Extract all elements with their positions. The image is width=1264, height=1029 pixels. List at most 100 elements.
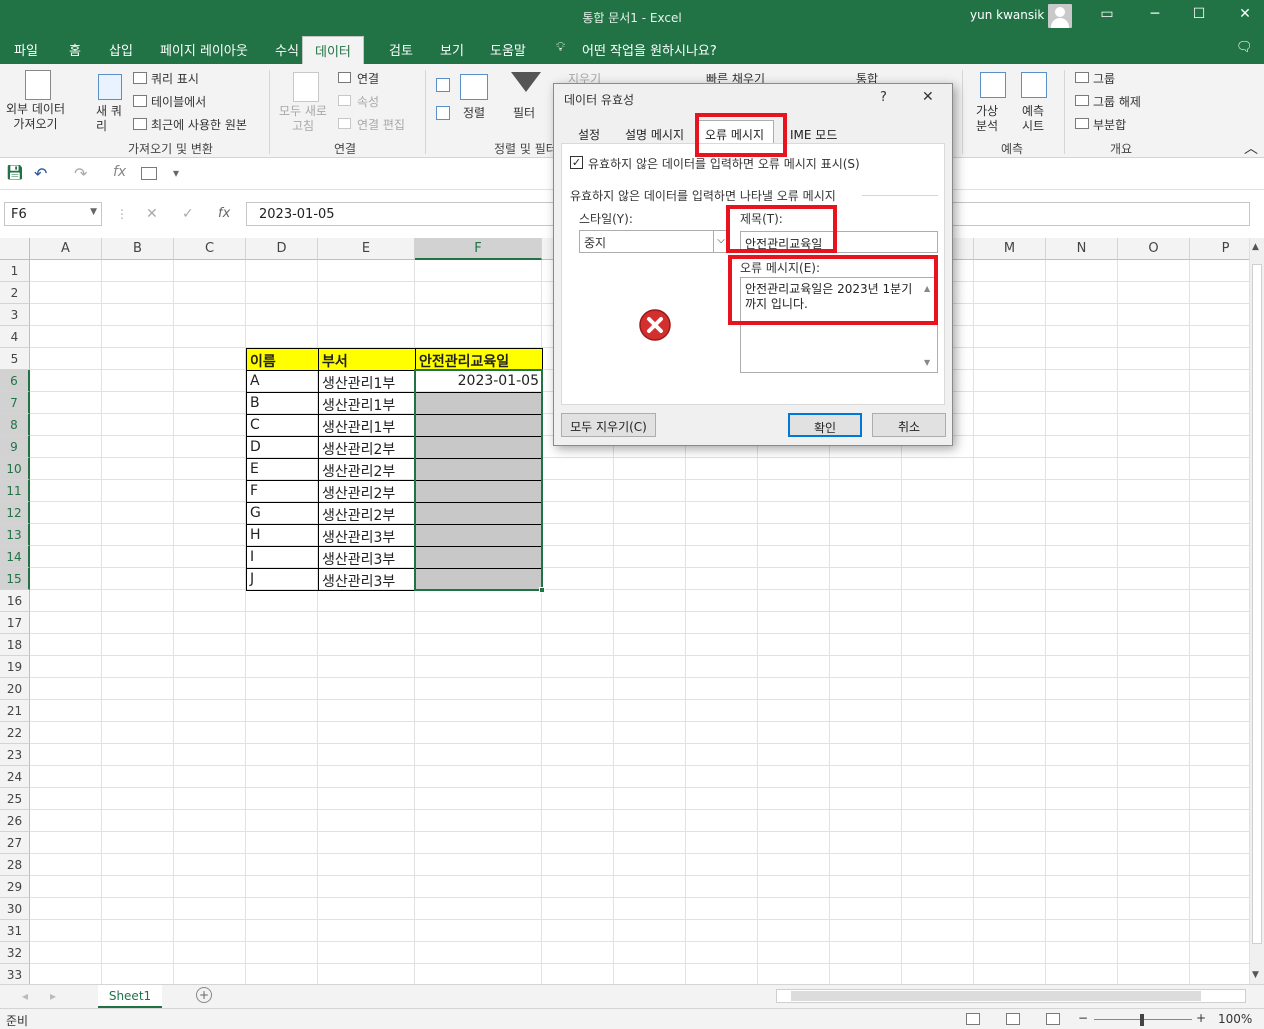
filter-icon[interactable] [511,72,541,92]
external-data-button[interactable]: 외부 데이터 가져오기 [6,102,65,132]
cancel-button[interactable]: 취소 [872,413,946,437]
row-header[interactable]: 29 [0,876,30,898]
cancel-icon[interactable]: ✕ [146,206,158,222]
refresh-all-icon[interactable] [293,72,319,102]
column-header[interactable]: N [1046,238,1118,260]
table-cell[interactable]: 생산관리2부 [318,458,416,481]
column-header[interactable]: D [246,238,318,260]
table-cell[interactable] [415,502,543,525]
recent-sources-button[interactable]: 최근에 사용한 원본 [151,116,247,133]
row-header[interactable]: 12 [0,502,30,524]
table-cell[interactable]: A [246,370,319,393]
table-cell[interactable]: J [246,568,319,591]
table-cell[interactable]: 안전관리교육일 [415,348,543,371]
row-header[interactable]: 25 [0,788,30,810]
column-header[interactable]: A [30,238,102,260]
page-layout-view-icon[interactable] [1006,1013,1020,1025]
ribbon-display-icon[interactable]: ▭ [1092,6,1122,22]
next-sheet-icon[interactable]: ▸ [50,989,56,1003]
new-query-icon[interactable] [98,74,122,100]
prev-sheet-icon[interactable]: ◂ [22,989,28,1003]
table-cell[interactable]: 생산관리2부 [318,436,416,459]
table-cell[interactable]: G [246,502,319,525]
row-header[interactable]: 4 [0,326,30,348]
external-data-icon[interactable] [25,70,51,100]
table-cell[interactable]: I [246,546,319,569]
tab-7[interactable]: 보기 [440,40,464,59]
table-cell[interactable]: H [246,524,319,547]
avatar[interactable] [1048,4,1072,28]
row-header[interactable]: 15 [0,568,30,590]
dialog-close-button[interactable]: ✕ [922,89,934,105]
refresh-all-button[interactable]: 모두 새로 고침 [279,104,327,134]
row-header[interactable]: 8 [0,414,30,436]
table-cell[interactable]: 부서 [318,348,416,371]
dialog-tab-3[interactable]: IME 모드 [782,124,845,145]
column-header[interactable]: C [174,238,246,260]
row-header[interactable]: 18 [0,634,30,656]
save-icon[interactable]: 💾︎ [6,165,24,181]
table-cell[interactable]: 생산관리3부 [318,524,416,547]
select-all-corner[interactable] [0,238,30,260]
row-header[interactable]: 21 [0,700,30,722]
row-header[interactable]: 32 [0,942,30,964]
what-if-icon[interactable] [980,72,1006,98]
column-header[interactable]: B [102,238,174,260]
help-button[interactable]: ? [880,90,887,105]
row-header[interactable]: 20 [0,678,30,700]
form-icon[interactable] [141,167,157,180]
close-window-icon[interactable]: ✕ [1230,6,1260,22]
sort-ascending-icon[interactable] [436,78,450,92]
table-cell[interactable]: 생산관리1부 [318,414,416,437]
row-header[interactable]: 17 [0,612,30,634]
redo-icon[interactable]: ↷ [74,164,87,183]
tab-1[interactable]: 홈 [69,40,81,59]
tab-0[interactable]: 파일 [14,40,38,59]
ungroup-button[interactable]: 그룹 해제 [1093,93,1141,110]
row-header[interactable]: 3 [0,304,30,326]
row-header[interactable]: 2 [0,282,30,304]
title-input[interactable]: 안전관리교육일 [740,231,938,253]
row-header[interactable]: 10 [0,458,30,480]
row-header[interactable]: 26 [0,810,30,832]
dialog-tab-1[interactable]: 설명 메시지 [617,124,692,145]
minimize-icon[interactable]: ─ [1140,6,1170,22]
zoom-slider-thumb[interactable] [1140,1014,1144,1026]
vertical-scrollbar[interactable]: ▲ ▼ [1249,238,1264,984]
table-cell[interactable] [415,436,543,459]
subtotal-button[interactable]: 부분합 [1093,116,1126,133]
table-cell[interactable]: 이름 [246,348,319,371]
collapse-ribbon-icon[interactable]: ︿ [1244,138,1258,158]
comments-icon[interactable]: 🗨︎ [1236,40,1253,55]
column-header[interactable]: E [318,238,415,260]
connections-button[interactable]: 연결 [357,70,379,87]
tab-5[interactable]: 데이터 [302,36,364,64]
forecast-sheet-button[interactable]: 예측 시트 [1022,104,1044,134]
new-query-button[interactable]: 새 쿼 리 [96,104,122,134]
row-header[interactable]: 11 [0,480,30,502]
group-button[interactable]: 그룹 [1093,70,1115,87]
dialog-tab-0[interactable]: 설정 [570,124,608,145]
row-header[interactable]: 31 [0,920,30,942]
table-cell[interactable] [415,392,543,415]
column-header[interactable]: M [974,238,1046,260]
row-header[interactable]: 30 [0,898,30,920]
row-header[interactable]: 22 [0,722,30,744]
table-cell[interactable] [415,480,543,503]
fill-handle[interactable] [539,587,545,593]
table-cell[interactable] [415,546,543,569]
sort-descending-icon[interactable] [436,106,450,120]
add-sheet-icon[interactable]: + [196,987,212,1003]
row-header[interactable]: 23 [0,744,30,766]
tell-me-search[interactable]: 어떤 작업을 원하시나요? [582,40,717,59]
table-cell[interactable] [415,524,543,547]
sheet-tab[interactable]: Sheet1 [98,985,162,1008]
row-header[interactable]: 19 [0,656,30,678]
scroll-thumb[interactable] [1252,264,1262,944]
insert-function-icon[interactable]: fx [218,206,230,221]
zoom-out-icon[interactable]: − [1078,1011,1088,1025]
tab-4[interactable]: 수식 [275,40,299,59]
row-header[interactable]: 28 [0,854,30,876]
row-header[interactable]: 9 [0,436,30,458]
ok-button[interactable]: 확인 [788,413,862,437]
